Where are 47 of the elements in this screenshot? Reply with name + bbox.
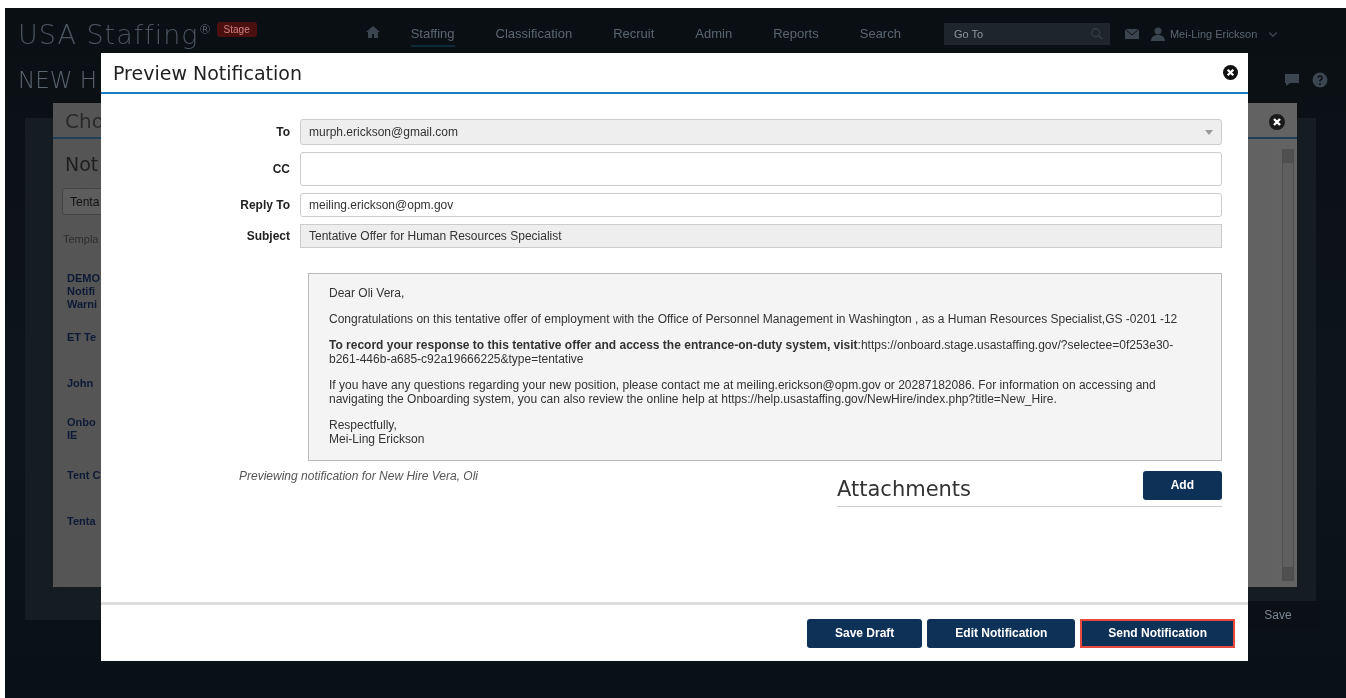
user-name[interactable]: Mei-Ling Erickson <box>1169 28 1258 40</box>
template-link[interactable]: Tenta <box>67 514 101 528</box>
chat-icon[interactable] <box>1284 72 1300 88</box>
nav-tab[interactable]: Classification <box>495 21 573 47</box>
preview-caption: Previewing notification for New Hire Vera, Oli <box>239 469 478 485</box>
action-button[interactable]: Send Notification <box>1080 618 1235 648</box>
caret-icon <box>1205 129 1213 135</box>
field-label: Subject <box>245 229 291 243</box>
nav-tab[interactable]: Reports <box>773 21 819 47</box>
search-icon[interactable] <box>1089 27 1104 41</box>
field-label: Reply To <box>239 198 291 212</box>
input-field[interactable]: meiling.erickson@opm.gov <box>300 193 1222 217</box>
nav-tab[interactable]: Admin <box>695 21 733 47</box>
add-button[interactable]: Add <box>1142 470 1222 500</box>
input-field[interactable] <box>300 152 1222 186</box>
field-label: To <box>275 125 291 139</box>
close-icon[interactable] <box>1223 65 1238 80</box>
nav-tab[interactable]: Staffing <box>410 21 455 47</box>
action-button[interactable]: Edit Notification <box>927 618 1076 648</box>
page-title: NEW H <box>18 67 98 93</box>
template-link[interactable]: Tent C <box>67 468 101 482</box>
dialog-heading: Not <box>65 153 99 175</box>
user-icon[interactable] <box>1149 26 1166 42</box>
environment-badge: Stage <box>216 22 257 37</box>
message-paragraph: If you have any questions regarding your new position, please contact me at meiling.erickson@opm.gov or 20287182086. For information on accessing and navigating the Onboarding system, you can also review the online help at https://help.usastaffing.gov/NewHire/index.php?title=New_Hire. <box>329 378 1157 406</box>
attachments-heading: Attachments <box>837 476 972 501</box>
message-paragraph: Dear Oli Vera, <box>329 286 406 300</box>
logo: USA Staffing$^{®}$ <box>18 18 213 50</box>
message-paragraph: Respectfully, Mei-Ling Erickson <box>329 418 426 446</box>
recipient-select[interactable]: murph.erickson@gmail.com <box>300 119 1222 145</box>
template-link[interactable]: DEMO Notifi Warni <box>67 271 101 311</box>
mail-icon[interactable] <box>1123 26 1140 42</box>
help-icon[interactable] <box>1312 72 1328 88</box>
close-icon[interactable] <box>1269 114 1285 130</box>
action-button[interactable]: Save Draft <box>806 618 923 648</box>
nav-tab[interactable]: Search <box>859 21 901 47</box>
nav-tab[interactable]: Recruit <box>613 21 655 47</box>
field-label: CC <box>271 162 291 176</box>
template-link[interactable]: Onbo IE <box>67 416 101 442</box>
message-paragraph: Congratulations on this tentative offer of employment with the Office of Personnel Management in Washington , as a Human Resources Specialist,GS -0201 -12 <box>329 312 1179 326</box>
template-link[interactable]: John <box>67 376 101 390</box>
home-icon[interactable] <box>364 24 381 40</box>
goto-field[interactable]: Go To <box>943 23 1110 45</box>
input-field[interactable]: Tentative Offer for Human Resources Specialist <box>300 224 1222 248</box>
template-link[interactable]: ET Te <box>67 330 101 344</box>
modal-title: Preview Notification <box>113 61 303 84</box>
message-paragraph: To record your response to this tentative offer and access the entrance-on-duty system, visit:https://onboard.stage.usastaffing.gov/?selectee=0f253e30-b261-446b-a685-c92a19666225&type=tentative <box>329 338 1175 366</box>
